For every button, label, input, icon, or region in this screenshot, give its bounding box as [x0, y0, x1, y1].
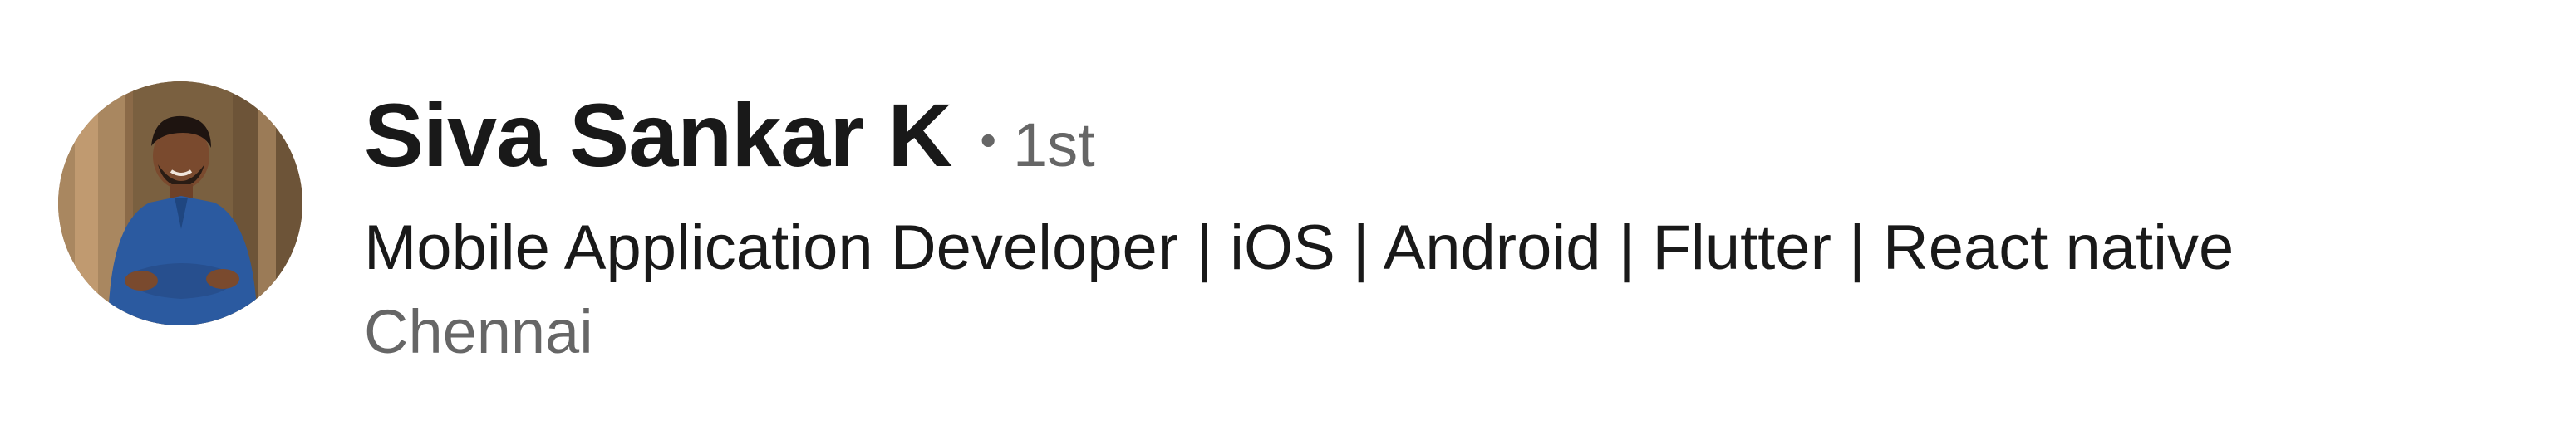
avatar[interactable] — [58, 81, 302, 325]
connection-degree: 1st — [1013, 110, 1095, 179]
avatar-photo — [58, 81, 302, 325]
profile-location: Chennai — [364, 297, 593, 366]
profile-name[interactable]: Siva Sankar K — [364, 83, 952, 187]
profile-card: Siva Sankar K • 1st Mobile Application D… — [0, 0, 2576, 440]
profile-info: Siva Sankar K • 1st Mobile Application D… — [364, 83, 2543, 372]
separator-dot: • — [980, 114, 997, 166]
name-row: Siva Sankar K • 1st — [364, 83, 2543, 201]
profile-headline: Mobile Application Developer | iOS | And… — [364, 213, 2234, 283]
